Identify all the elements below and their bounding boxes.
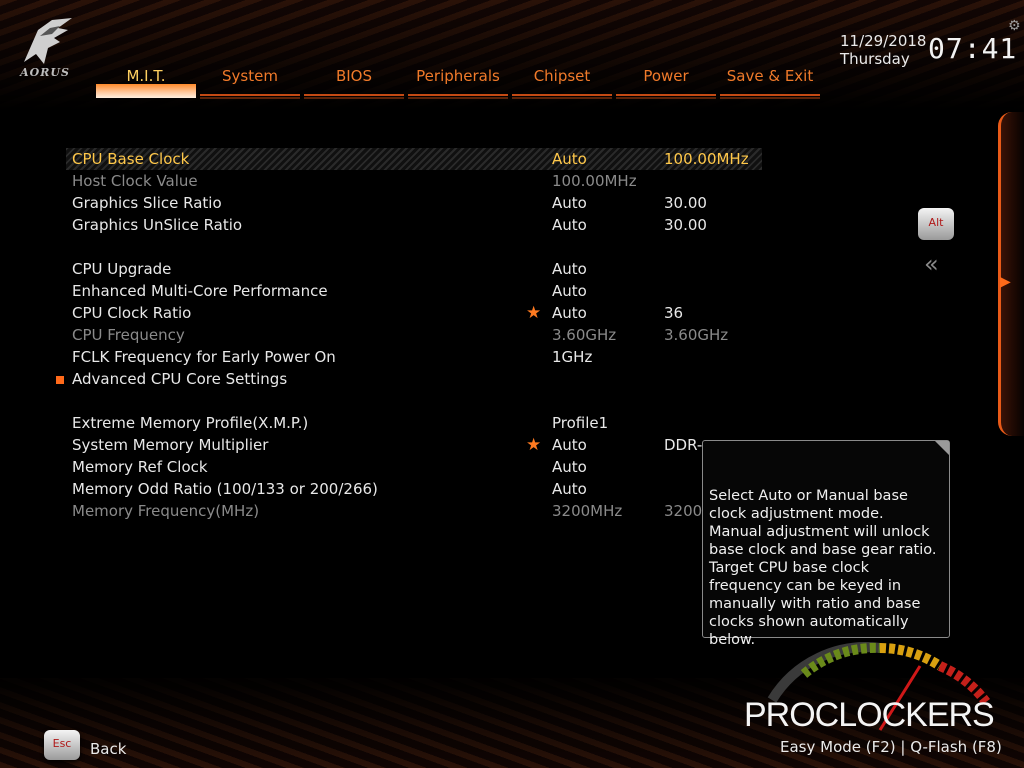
- setting-label: System Memory Multiplier: [72, 436, 269, 454]
- setting-label: CPU Frequency: [72, 326, 185, 344]
- back-label[interactable]: Back: [90, 740, 126, 758]
- watermark-text: PROCLOCKERS: [744, 696, 995, 734]
- setting-label: FCLK Frequency for Early Power On: [72, 348, 336, 366]
- tab-peripherals[interactable]: Peripherals: [408, 64, 508, 98]
- setting-cpu-frequency: CPU Frequency 3.60GHz 3.60GHz: [0, 324, 900, 346]
- setting-label: Graphics Slice Ratio: [72, 194, 222, 212]
- setting-value: Auto: [552, 282, 587, 300]
- setting-label: Memory Odd Ratio (100/133 or 200/266): [72, 480, 378, 498]
- gear-icon[interactable]: ⚙: [1008, 18, 1021, 34]
- setting-label: Host Clock Value: [72, 172, 198, 190]
- help-tooltip: Select Auto or Manual base clock adjustm…: [702, 440, 950, 648]
- star-icon: ★: [526, 435, 542, 455]
- setting-current: 3200: [664, 502, 703, 520]
- setting-value: Auto: [552, 194, 587, 212]
- tab-chipset[interactable]: Chipset: [512, 64, 612, 98]
- esc-key-button[interactable]: Esc: [44, 730, 80, 760]
- setting-label: CPU Clock Ratio: [72, 304, 192, 322]
- tooltip-corner: [935, 441, 949, 455]
- chevron-right-icon[interactable]: ▶: [1000, 274, 1011, 290]
- setting-label: Extreme Memory Profile(X.M.P.): [72, 414, 309, 432]
- setting-fclk-frequency[interactable]: FCLK Frequency for Early Power On 1GHz: [0, 346, 900, 368]
- setting-graphics-unslice-ratio[interactable]: Graphics UnSlice Ratio Auto 30.00: [0, 214, 900, 236]
- brand-logo-text: AORUS: [20, 66, 70, 79]
- setting-cpu-upgrade[interactable]: CPU Upgrade Auto: [0, 258, 900, 280]
- tab-mit[interactable]: M.I.T.: [96, 64, 196, 98]
- clock-display: 07:41: [928, 32, 1018, 65]
- setting-current: 36: [664, 304, 684, 322]
- setting-label: CPU Upgrade: [72, 260, 172, 278]
- setting-cpu-clock-ratio[interactable]: CPU Clock Ratio ★ Auto 36: [0, 302, 900, 324]
- setting-value: Auto: [552, 260, 587, 278]
- setting-current: 3.60GHz: [664, 326, 729, 344]
- tab-bios[interactable]: BIOS: [304, 64, 404, 98]
- date-display: 11/29/2018 Thursday: [840, 32, 926, 68]
- setting-value: Profile1: [552, 414, 609, 432]
- submenu-advanced-cpu-core-settings[interactable]: Advanced CPU Core Settings: [0, 368, 900, 390]
- setting-label: Memory Frequency(MHz): [72, 502, 260, 520]
- setting-value: Auto: [552, 304, 587, 322]
- setting-current: 30.00: [664, 216, 707, 234]
- tab-system[interactable]: System: [200, 64, 300, 98]
- date-text: 11/29/2018: [840, 32, 927, 50]
- setting-xmp[interactable]: Extreme Memory Profile(X.M.P.) Profile1: [0, 412, 900, 434]
- setting-value: 3200MHz: [552, 502, 623, 520]
- setting-label: Memory Ref Clock: [72, 458, 208, 476]
- setting-value: Auto: [552, 216, 587, 234]
- setting-value: 3.60GHz: [552, 326, 617, 344]
- setting-current: 100.00MHz: [664, 150, 749, 168]
- setting-cpu-base-clock[interactable]: CPU Base Clock Auto 100.00MHz: [66, 148, 762, 170]
- star-icon: ★: [526, 303, 542, 323]
- setting-value: Auto: [552, 458, 587, 476]
- help-text: Select Auto or Manual base clock adjustm…: [709, 488, 937, 648]
- day-text: Thursday: [840, 50, 910, 68]
- setting-enhanced-multi-core[interactable]: Enhanced Multi-Core Performance Auto: [0, 280, 900, 302]
- alt-key-button[interactable]: Alt: [918, 208, 954, 240]
- setting-current: 30.00: [664, 194, 707, 212]
- double-chevron-left-icon[interactable]: «: [924, 250, 939, 278]
- setting-value: 1GHz: [552, 348, 593, 366]
- setting-label: CPU Base Clock: [72, 150, 190, 168]
- tab-power[interactable]: Power: [616, 64, 716, 98]
- setting-value: Auto: [552, 480, 587, 498]
- tab-save-exit[interactable]: Save & Exit: [720, 64, 820, 98]
- setting-value: Auto: [552, 436, 587, 454]
- setting-value: Auto: [552, 150, 587, 168]
- setting-host-clock-value: Host Clock Value 100.00MHz: [0, 170, 900, 192]
- main-tabs: M.I.T. System BIOS Peripherals Chipset P…: [96, 64, 820, 98]
- setting-value: 100.00MHz: [552, 172, 637, 190]
- hotkeys-text[interactable]: Easy Mode (F2) | Q-Flash (F8): [780, 738, 1002, 756]
- square-bullet-icon: [56, 376, 64, 384]
- setting-label: Graphics UnSlice Ratio: [72, 216, 243, 234]
- setting-graphics-slice-ratio[interactable]: Graphics Slice Ratio Auto 30.00: [0, 192, 900, 214]
- setting-current: DDR-: [664, 436, 703, 454]
- setting-label: Enhanced Multi-Core Performance: [72, 282, 328, 300]
- setting-label: Advanced CPU Core Settings: [72, 370, 288, 388]
